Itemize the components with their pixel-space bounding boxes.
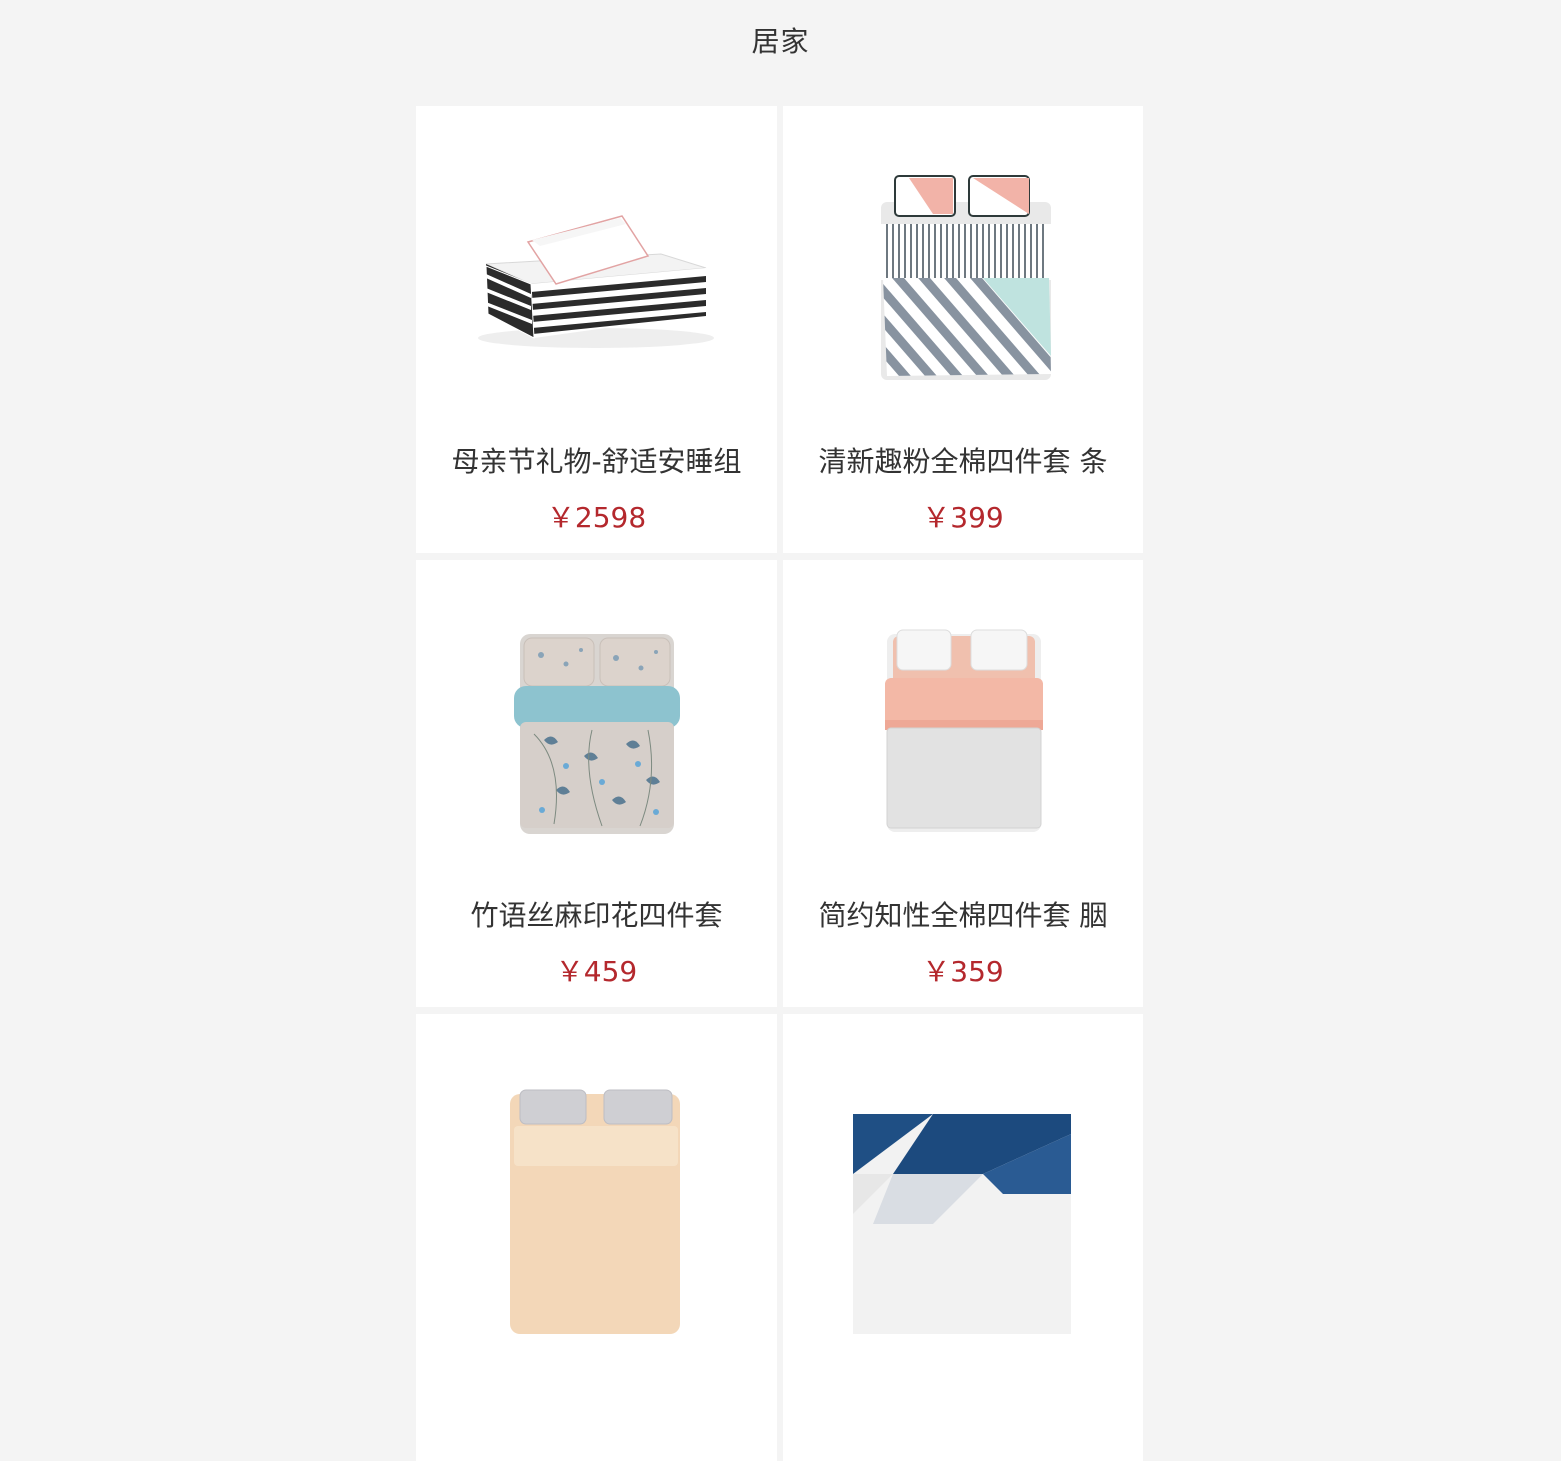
product-card[interactable]: 母亲节礼物-舒适安睡组 ￥2598 (416, 106, 777, 553)
currency-symbol: ￥ (922, 955, 951, 988)
product-name[interactable]: 简约知性全棉四件套 胭 (795, 896, 1131, 936)
product-image-floral-bedding[interactable] (416, 560, 777, 880)
product-price: ￥2598 (416, 498, 777, 538)
price-value: 459 (583, 955, 638, 988)
product-name[interactable]: 竹语丝麻印花四件套 (428, 896, 765, 936)
product-grid: 母亲节礼物-舒适安睡组 ￥2598 清新趣粉全棉四件套 条 ￥399 竹语丝麻印… (416, 106, 1143, 1461)
product-card[interactable]: 竹语丝麻印花四件套 ￥459 (416, 560, 777, 1007)
product-card[interactable]: 简约知性全棉四件套 胭 ￥359 (783, 560, 1143, 1007)
page-title: 居家 (751, 25, 810, 58)
product-price: ￥459 (416, 952, 777, 992)
price-value: 399 (950, 501, 1004, 534)
product-image-mattress[interactable] (416, 106, 777, 426)
product-card[interactable]: ￥ (783, 1014, 1143, 1461)
product-image-geometric-bedding[interactable] (783, 1014, 1143, 1334)
product-price: ￥359 (783, 952, 1143, 992)
currency-symbol: ￥ (546, 501, 575, 534)
currency-symbol: ￥ (555, 955, 584, 988)
currency-symbol: ￥ (922, 501, 951, 534)
product-card[interactable]: 清新趣粉全棉四件套 条 ￥399 (783, 106, 1143, 553)
price-value: 2598 (574, 501, 647, 534)
price-value: 359 (950, 955, 1004, 988)
product-image-beige-bedding[interactable] (416, 1014, 777, 1334)
product-image-pink-grey-bedding[interactable] (783, 560, 1143, 880)
product-price: ￥399 (783, 498, 1143, 538)
product-image-striped-bedding[interactable] (783, 106, 1143, 426)
product-name[interactable]: 母亲节礼物-舒适安睡组 (428, 442, 765, 482)
product-card[interactable]: ￥ (416, 1014, 777, 1461)
product-name[interactable]: 清新趣粉全棉四件套 条 (795, 442, 1131, 482)
